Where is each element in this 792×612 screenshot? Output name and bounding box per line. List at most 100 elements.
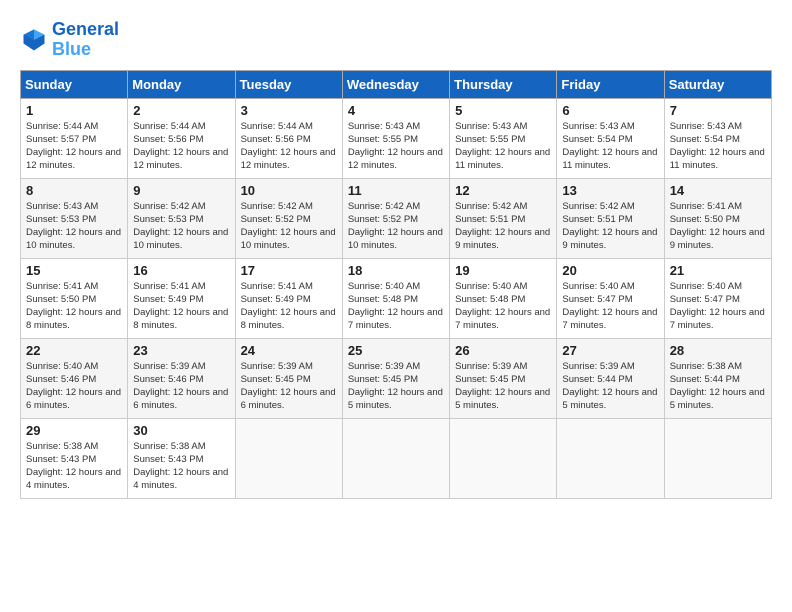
calendar-cell: 18 Sunrise: 5:40 AM Sunset: 5:48 PM Dayl… (342, 258, 449, 338)
day-info: Sunrise: 5:43 AM Sunset: 5:54 PM Dayligh… (562, 120, 658, 173)
calendar-cell: 10 Sunrise: 5:42 AM Sunset: 5:52 PM Dayl… (235, 178, 342, 258)
day-info: Sunrise: 5:40 AM Sunset: 5:46 PM Dayligh… (26, 360, 122, 413)
day-info: Sunrise: 5:43 AM Sunset: 5:55 PM Dayligh… (455, 120, 551, 173)
day-number: 29 (26, 423, 122, 438)
day-number: 15 (26, 263, 122, 278)
day-number: 24 (241, 343, 337, 358)
day-number: 11 (348, 183, 444, 198)
day-info: Sunrise: 5:38 AM Sunset: 5:44 PM Dayligh… (670, 360, 766, 413)
day-info: Sunrise: 5:44 AM Sunset: 5:56 PM Dayligh… (241, 120, 337, 173)
day-number: 4 (348, 103, 444, 118)
calendar-cell: 4 Sunrise: 5:43 AM Sunset: 5:55 PM Dayli… (342, 98, 449, 178)
col-header-monday: Monday (128, 70, 235, 98)
day-number: 26 (455, 343, 551, 358)
day-number: 3 (241, 103, 337, 118)
calendar-row-5: 29 Sunrise: 5:38 AM Sunset: 5:43 PM Dayl… (21, 418, 772, 498)
day-number: 8 (26, 183, 122, 198)
calendar-cell (664, 418, 771, 498)
day-info: Sunrise: 5:40 AM Sunset: 5:48 PM Dayligh… (455, 280, 551, 333)
calendar-cell: 6 Sunrise: 5:43 AM Sunset: 5:54 PM Dayli… (557, 98, 664, 178)
col-header-sunday: Sunday (21, 70, 128, 98)
calendar-cell (557, 418, 664, 498)
calendar-cell: 27 Sunrise: 5:39 AM Sunset: 5:44 PM Dayl… (557, 338, 664, 418)
calendar-cell: 26 Sunrise: 5:39 AM Sunset: 5:45 PM Dayl… (450, 338, 557, 418)
calendar-cell (450, 418, 557, 498)
day-number: 30 (133, 423, 229, 438)
calendar-cell: 29 Sunrise: 5:38 AM Sunset: 5:43 PM Dayl… (21, 418, 128, 498)
logo-text: General Blue (52, 20, 119, 60)
day-info: Sunrise: 5:39 AM Sunset: 5:45 PM Dayligh… (241, 360, 337, 413)
calendar-cell: 25 Sunrise: 5:39 AM Sunset: 5:45 PM Dayl… (342, 338, 449, 418)
day-number: 22 (26, 343, 122, 358)
calendar-table: SundayMondayTuesdayWednesdayThursdayFrid… (20, 70, 772, 499)
calendar-cell: 20 Sunrise: 5:40 AM Sunset: 5:47 PM Dayl… (557, 258, 664, 338)
day-info: Sunrise: 5:43 AM Sunset: 5:54 PM Dayligh… (670, 120, 766, 173)
day-number: 13 (562, 183, 658, 198)
calendar-row-1: 1 Sunrise: 5:44 AM Sunset: 5:57 PM Dayli… (21, 98, 772, 178)
day-info: Sunrise: 5:40 AM Sunset: 5:47 PM Dayligh… (562, 280, 658, 333)
calendar-cell: 17 Sunrise: 5:41 AM Sunset: 5:49 PM Dayl… (235, 258, 342, 338)
day-number: 5 (455, 103, 551, 118)
calendar-cell (342, 418, 449, 498)
day-info: Sunrise: 5:40 AM Sunset: 5:47 PM Dayligh… (670, 280, 766, 333)
day-number: 21 (670, 263, 766, 278)
calendar-cell: 12 Sunrise: 5:42 AM Sunset: 5:51 PM Dayl… (450, 178, 557, 258)
day-info: Sunrise: 5:44 AM Sunset: 5:57 PM Dayligh… (26, 120, 122, 173)
col-header-thursday: Thursday (450, 70, 557, 98)
day-info: Sunrise: 5:39 AM Sunset: 5:45 PM Dayligh… (348, 360, 444, 413)
calendar-cell: 24 Sunrise: 5:39 AM Sunset: 5:45 PM Dayl… (235, 338, 342, 418)
day-info: Sunrise: 5:38 AM Sunset: 5:43 PM Dayligh… (133, 440, 229, 493)
day-info: Sunrise: 5:43 AM Sunset: 5:55 PM Dayligh… (348, 120, 444, 173)
calendar-cell: 2 Sunrise: 5:44 AM Sunset: 5:56 PM Dayli… (128, 98, 235, 178)
day-number: 23 (133, 343, 229, 358)
day-number: 12 (455, 183, 551, 198)
calendar-cell: 21 Sunrise: 5:40 AM Sunset: 5:47 PM Dayl… (664, 258, 771, 338)
day-info: Sunrise: 5:42 AM Sunset: 5:51 PM Dayligh… (455, 200, 551, 253)
day-number: 16 (133, 263, 229, 278)
day-number: 28 (670, 343, 766, 358)
day-number: 1 (26, 103, 122, 118)
calendar-cell: 9 Sunrise: 5:42 AM Sunset: 5:53 PM Dayli… (128, 178, 235, 258)
day-number: 19 (455, 263, 551, 278)
day-number: 6 (562, 103, 658, 118)
calendar-cell: 8 Sunrise: 5:43 AM Sunset: 5:53 PM Dayli… (21, 178, 128, 258)
day-info: Sunrise: 5:43 AM Sunset: 5:53 PM Dayligh… (26, 200, 122, 253)
day-info: Sunrise: 5:39 AM Sunset: 5:46 PM Dayligh… (133, 360, 229, 413)
day-number: 18 (348, 263, 444, 278)
day-info: Sunrise: 5:39 AM Sunset: 5:45 PM Dayligh… (455, 360, 551, 413)
calendar-cell: 5 Sunrise: 5:43 AM Sunset: 5:55 PM Dayli… (450, 98, 557, 178)
day-info: Sunrise: 5:41 AM Sunset: 5:49 PM Dayligh… (133, 280, 229, 333)
day-number: 10 (241, 183, 337, 198)
calendar-cell: 13 Sunrise: 5:42 AM Sunset: 5:51 PM Dayl… (557, 178, 664, 258)
calendar-row-3: 15 Sunrise: 5:41 AM Sunset: 5:50 PM Dayl… (21, 258, 772, 338)
col-header-tuesday: Tuesday (235, 70, 342, 98)
calendar-cell: 1 Sunrise: 5:44 AM Sunset: 5:57 PM Dayli… (21, 98, 128, 178)
day-info: Sunrise: 5:39 AM Sunset: 5:44 PM Dayligh… (562, 360, 658, 413)
calendar-row-4: 22 Sunrise: 5:40 AM Sunset: 5:46 PM Dayl… (21, 338, 772, 418)
calendar-cell: 11 Sunrise: 5:42 AM Sunset: 5:52 PM Dayl… (342, 178, 449, 258)
day-info: Sunrise: 5:42 AM Sunset: 5:51 PM Dayligh… (562, 200, 658, 253)
calendar-cell: 15 Sunrise: 5:41 AM Sunset: 5:50 PM Dayl… (21, 258, 128, 338)
calendar-cell: 16 Sunrise: 5:41 AM Sunset: 5:49 PM Dayl… (128, 258, 235, 338)
col-header-wednesday: Wednesday (342, 70, 449, 98)
calendar-row-2: 8 Sunrise: 5:43 AM Sunset: 5:53 PM Dayli… (21, 178, 772, 258)
day-number: 14 (670, 183, 766, 198)
day-info: Sunrise: 5:41 AM Sunset: 5:50 PM Dayligh… (26, 280, 122, 333)
calendar-cell: 30 Sunrise: 5:38 AM Sunset: 5:43 PM Dayl… (128, 418, 235, 498)
logo-icon (20, 26, 48, 54)
day-info: Sunrise: 5:44 AM Sunset: 5:56 PM Dayligh… (133, 120, 229, 173)
day-number: 25 (348, 343, 444, 358)
day-number: 27 (562, 343, 658, 358)
col-header-friday: Friday (557, 70, 664, 98)
col-header-saturday: Saturday (664, 70, 771, 98)
calendar-cell: 23 Sunrise: 5:39 AM Sunset: 5:46 PM Dayl… (128, 338, 235, 418)
page-header: General Blue (20, 20, 772, 60)
calendar-cell: 14 Sunrise: 5:41 AM Sunset: 5:50 PM Dayl… (664, 178, 771, 258)
day-number: 9 (133, 183, 229, 198)
day-info: Sunrise: 5:42 AM Sunset: 5:52 PM Dayligh… (241, 200, 337, 253)
day-number: 20 (562, 263, 658, 278)
calendar-cell: 7 Sunrise: 5:43 AM Sunset: 5:54 PM Dayli… (664, 98, 771, 178)
day-info: Sunrise: 5:42 AM Sunset: 5:53 PM Dayligh… (133, 200, 229, 253)
day-info: Sunrise: 5:40 AM Sunset: 5:48 PM Dayligh… (348, 280, 444, 333)
calendar-cell: 19 Sunrise: 5:40 AM Sunset: 5:48 PM Dayl… (450, 258, 557, 338)
